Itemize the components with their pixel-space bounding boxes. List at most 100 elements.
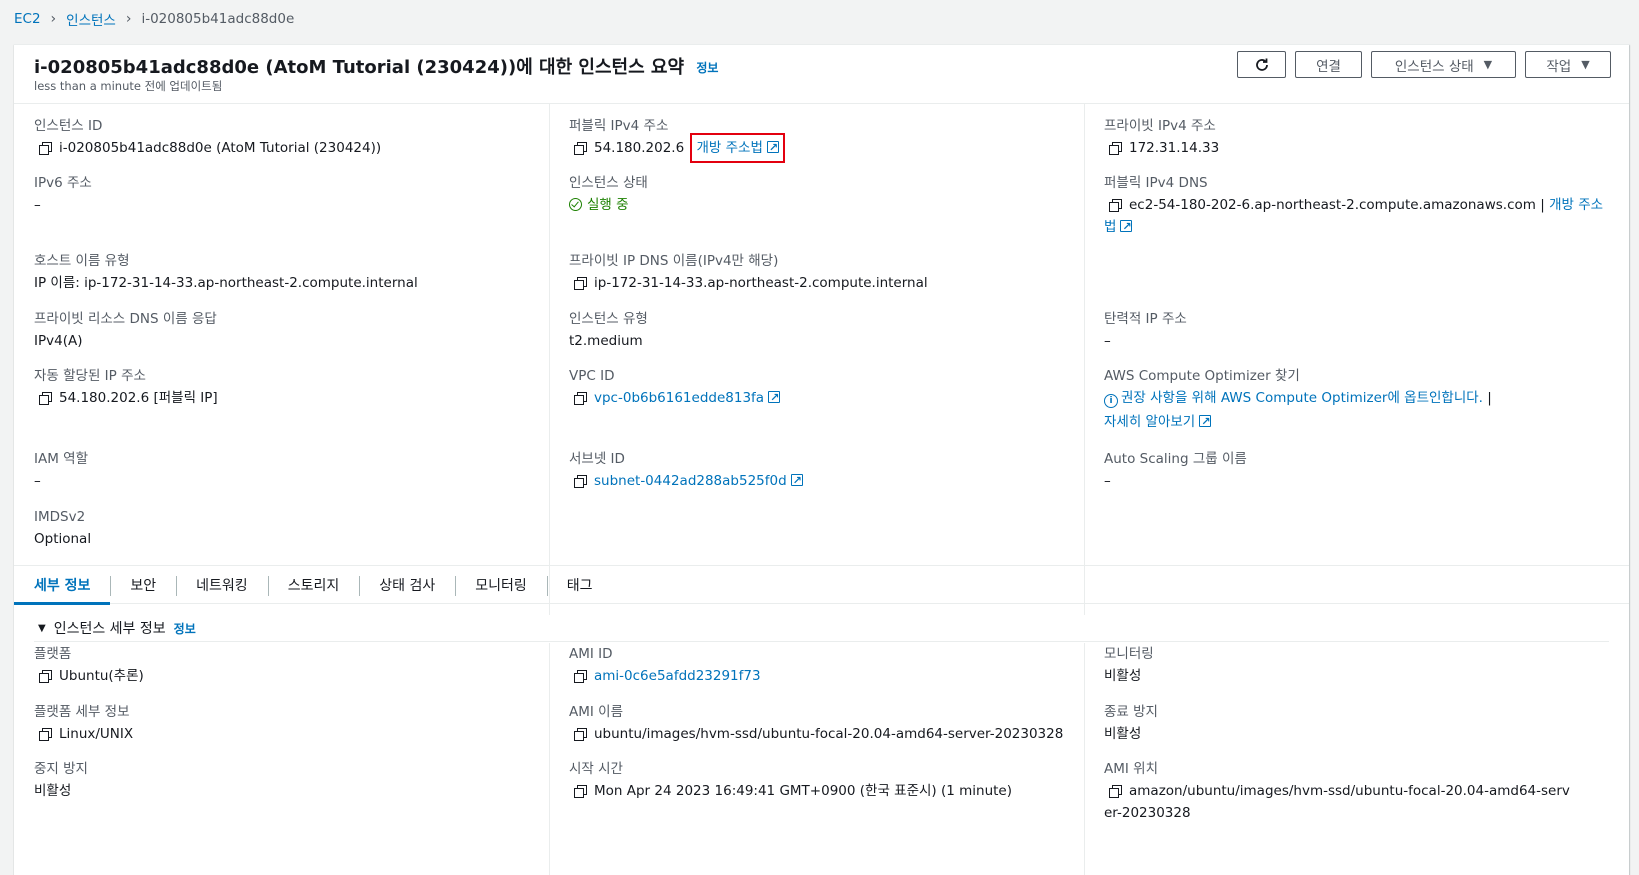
value-iam-role: – [34,473,41,489]
value-instance-type: t2.medium [569,333,643,349]
label-platform: 플랫폼 [34,646,72,662]
label-hostname-type: 호스트 이름 유형 [34,253,130,269]
title-info-link[interactable]: 정보 [696,61,718,75]
page-title-text: i-020805b41adc88d0e (AtoM Tutorial (2304… [34,57,685,78]
copy-icon[interactable] [574,475,587,488]
details-section-header[interactable]: ▼ 인스턴스 세부 정보 정보 [34,615,1609,642]
label-ipv6: IPv6 주소 [34,175,92,191]
auto-ip-text: 54.180.202.6 [퍼블릭 IP] [59,390,218,406]
field-instance-state: 인스턴스 상태 실행 중 [569,174,1070,216]
ami-name-text: ubuntu/images/hvm-ssd/ubuntu-focal-20.04… [594,726,1064,742]
tab-details[interactable]: 세부 정보 [14,567,111,605]
refresh-button[interactable] [1237,51,1286,78]
summary-grid: 인스턴스 ID i-020805b41adc88d0e (AtoM Tutori… [14,103,1629,625]
label-optimizer: AWS Compute Optimizer 찾기 [1104,368,1300,384]
copy-icon[interactable] [39,728,52,741]
field-asg-name: Auto Scaling 그룹 이름 – [1104,450,1615,492]
ami-id-link[interactable]: ami-0c6e5afdd23291f73 [594,668,761,684]
value-learn-more: 자세히 알아보기 [1104,411,1615,433]
field-subnet-id: 서브넷 ID subnet-0442ad288ab525f0d [569,450,1070,492]
label-platform-details: 플랫폼 세부 정보 [34,704,130,720]
field-public-dns: 퍼블릭 IPv4 DNS ec2-54-180-202-6.ap-northea… [1104,174,1615,238]
value-ami-id: ami-0c6e5afdd23291f73 [569,665,1070,687]
header-actions: 연결 인스턴스 상태 ▼ 작업 ▼ [1237,51,1611,78]
tab-storage[interactable]: 스토리지 [267,567,360,603]
value-platform: Ubuntu(추론) [34,665,535,687]
instance-summary-card: i-020805b41adc88d0e (AtoM Tutorial (2304… [14,44,1629,875]
public-dns-open-address-link-cont[interactable]: 법 [1104,219,1116,235]
tab-status-checks[interactable]: 상태 검사 [359,567,455,603]
subnet-id-link[interactable]: subnet-0442ad288ab525f0d [594,473,787,489]
copy-icon[interactable] [574,728,587,741]
copy-icon[interactable] [39,392,52,405]
external-link-icon [766,137,779,159]
learn-more-link[interactable]: 자세히 알아보기 [1104,414,1195,430]
detail-tabs: 세부 정보 보안 네트워킹 스토리지 상태 검사 모니터링 태그 [14,565,1629,605]
details-section-title: 인스턴스 세부 정보 [53,621,166,637]
value-ami-name: ubuntu/images/hvm-ssd/ubuntu-focal-20.04… [569,723,1070,745]
chevron-right-icon: › [50,11,57,27]
label-subnet-id: 서브넷 ID [569,451,625,467]
caret-down-icon: ▼ [1581,58,1590,71]
copy-icon[interactable] [39,142,52,155]
label-iam-role: IAM 역할 [34,451,88,467]
copy-icon[interactable] [574,785,587,798]
breadcrumb-instances[interactable]: 인스턴스 [66,9,116,29]
value-asg-name: – [1104,473,1111,489]
connect-button[interactable]: 연결 [1295,51,1362,78]
copy-icon[interactable] [574,392,587,405]
vpc-id-link[interactable]: vpc-0b6b6161edde813fa [594,390,764,406]
public-dns-open-address-link[interactable]: 개방 주소 [1549,197,1603,213]
field-monitoring: 모니터링 비활성 [1104,645,1615,687]
last-updated: less than a minute 전에 업데이트됨 [34,79,223,93]
card-header: i-020805b41adc88d0e (AtoM Tutorial (2304… [14,45,1629,104]
public-ipv4-text: 54.180.202.6 [594,140,685,156]
summary-column-2: 퍼블릭 IPv4 주소 54.180.202.6 개방 주소법 인스턴스 상태 … [549,103,1085,615]
optimizer-opt-in-link[interactable]: 권장 사항을 위해 AWS Compute Optimizer에 옵트인합니다. [1121,390,1483,406]
label-private-ipv4: 프라이빗 IPv4 주소 [1104,118,1216,134]
label-auto-ip: 자동 할당된 IP 주소 [34,368,146,384]
label-instance-state: 인스턴스 상태 [569,175,648,191]
value-termination-protection: 비활성 [1104,726,1142,742]
tab-networking[interactable]: 네트워킹 [176,567,268,603]
instance-state-label: 인스턴스 상태 [1394,58,1474,75]
label-imdsv2: IMDSv2 [34,509,86,525]
instance-id-text: i-020805b41adc88d0e (AtoM Tutorial (2304… [59,140,382,156]
value-private-ipv4: 172.31.14.33 [1104,137,1615,159]
breadcrumb-ec2[interactable]: EC2 [14,11,41,27]
public-ipv4-open-address-link[interactable]: 개방 주소법 [696,140,762,156]
tab-tags[interactable]: 태그 [546,567,613,603]
private-dns-text: ip-172-31-14-33.ap-northeast-2.compute.i… [594,275,928,291]
private-ipv4-text: 172.31.14.33 [1129,140,1220,156]
separator: | [1487,390,1492,406]
copy-icon[interactable] [1109,199,1122,212]
label-vpc-id: VPC ID [569,368,615,384]
field-iam-role: IAM 역할 – [34,450,535,492]
value-public-ipv4: 54.180.202.6 개방 주소법 [569,133,1070,163]
copy-icon[interactable] [39,670,52,683]
copy-icon[interactable] [574,670,587,683]
details-grid: 플랫폼 Ubuntu(추론) 플랫폼 세부 정보 Linux/UNIX 중지 방… [14,643,1629,875]
field-resource-dns: 프라이빗 리소스 DNS 이름 응답 IPv4(A) [34,310,535,352]
instance-state-button[interactable]: 인스턴스 상태 ▼ [1371,51,1516,78]
copy-icon[interactable] [574,277,587,290]
label-instance-id: 인스턴스 ID [34,118,103,134]
value-private-dns: ip-172-31-14-33.ap-northeast-2.compute.i… [569,272,1070,294]
label-launch-time: 시작 시간 [569,761,623,777]
field-launch-time: 시작 시간 Mon Apr 24 2023 16:49:41 GMT+0900 … [569,760,1070,802]
caret-down-icon: ▼ [1483,58,1493,71]
platform-text: Ubuntu(추론) [59,668,144,684]
public-dns-text: ec2-54-180-202-6.ap-northeast-2.compute.… [1129,197,1536,213]
copy-icon[interactable] [1109,142,1122,155]
field-termination-protection: 종료 방지 비활성 [1104,703,1615,745]
copy-icon[interactable] [574,142,587,155]
details-info-link[interactable]: 정보 [174,620,196,637]
chevron-right-icon: › [125,11,132,27]
actions-button[interactable]: 작업 ▼ [1525,51,1611,78]
value-public-dns-cont: 법 [1104,216,1615,238]
details-column-1: 플랫폼 Ubuntu(추론) 플랫폼 세부 정보 Linux/UNIX 중지 방… [14,643,550,875]
copy-icon[interactable] [1109,785,1122,798]
tab-security[interactable]: 보안 [110,567,176,603]
label-ami-name: AMI 이름 [569,704,623,720]
tab-monitoring[interactable]: 모니터링 [455,567,547,603]
